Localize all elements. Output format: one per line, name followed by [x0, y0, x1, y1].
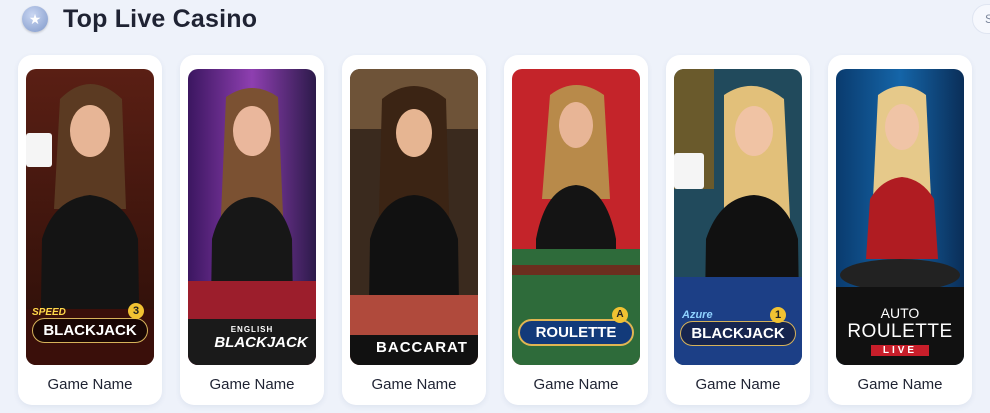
game-thumbnail[interactable]: ROULETTE A	[512, 69, 640, 365]
game-badge: 1	[770, 307, 786, 323]
game-name[interactable]: Game Name	[180, 376, 324, 393]
game-name[interactable]: Game Name	[666, 376, 810, 393]
game-card[interactable]: ENGLISH BLACKJACK Game Name	[180, 55, 324, 405]
star-badge-icon: ★	[22, 6, 48, 32]
see-all-button[interactable]: S	[972, 4, 990, 34]
dealer-image	[188, 69, 316, 365]
game-card[interactable]: Azure BLACKJACK 1 Game Name	[666, 55, 810, 405]
game-card[interactable]: AUTO ROULETTE LIVE Game Name	[828, 55, 972, 405]
game-thumbnail[interactable]: SPEED BLACKJACK 3	[26, 69, 154, 365]
dealer-image	[350, 69, 478, 365]
game-name[interactable]: Game Name	[828, 376, 972, 393]
section-title: Top Live Casino	[63, 4, 258, 33]
game-thumbnail[interactable]: ENGLISH BLACKJACK	[188, 69, 316, 365]
game-name[interactable]: Game Name	[342, 376, 486, 393]
game-thumbnail[interactable]: Azure BLACKJACK 1	[674, 69, 802, 365]
game-logo: SPEED BLACKJACK 3	[26, 303, 154, 343]
game-thumbnail[interactable]: AUTO ROULETTE LIVE	[836, 69, 964, 365]
game-badge: 3	[128, 303, 144, 319]
game-thumbnail[interactable]: BACCARAT	[350, 69, 478, 365]
game-carousel: SPEED BLACKJACK 3 Game Name ENGLISH BLAC…	[18, 55, 972, 405]
game-name[interactable]: Game Name	[18, 376, 162, 393]
game-logo: BACCARAT	[376, 339, 468, 356]
game-logo: ROULETTE A	[512, 307, 640, 346]
game-card[interactable]: BACCARAT Game Name	[342, 55, 486, 405]
game-badge: A	[612, 307, 628, 323]
live-badge: LIVE	[871, 345, 929, 356]
game-logo: ENGLISH BLACKJACK	[214, 325, 308, 351]
game-name[interactable]: Game Name	[504, 376, 648, 393]
game-logo: AUTO ROULETTE LIVE	[847, 305, 953, 356]
section-header: ★ Top Live Casino	[22, 0, 257, 38]
game-logo: Azure BLACKJACK 1	[674, 307, 802, 346]
game-card[interactable]: SPEED BLACKJACK 3 Game Name	[18, 55, 162, 405]
game-card[interactable]: ROULETTE A Game Name	[504, 55, 648, 405]
